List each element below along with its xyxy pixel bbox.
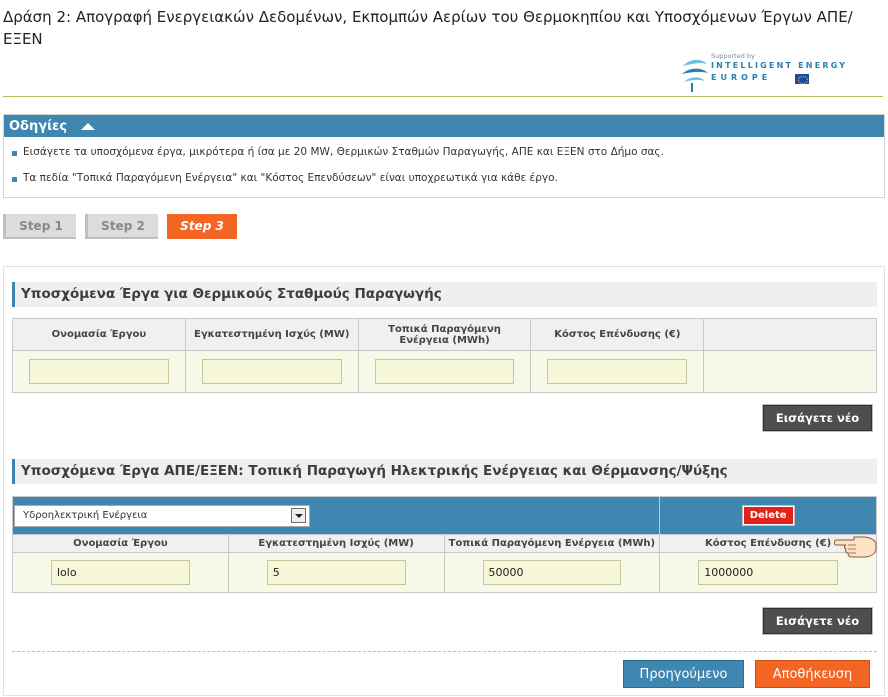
res-projects-table: Υδροηλεκτρική Ενέργεια Delete Ονομασία Έ… (11, 496, 877, 593)
tab-step-3[interactable]: Step 3 (167, 214, 237, 239)
bullet-icon (12, 177, 17, 182)
project-name-field[interactable] (51, 560, 190, 585)
chevron-down-icon[interactable] (291, 508, 306, 523)
column-header: Τοπικά Παραγόμενη Ενέργεια (MWh) (443, 534, 661, 553)
thermal-section-title: Υποσχόμενα Έργα για Θερμικούς Σταθμούς Π… (12, 282, 877, 307)
res-add-new-button[interactable]: Εισάγετε νέο (762, 607, 873, 635)
column-header: Τοπικά Παραγόμενη Ενέργεια (MWh) (357, 318, 532, 351)
footer-divider (12, 651, 877, 652)
installed-capacity-field[interactable] (266, 560, 406, 585)
table-row (12, 350, 877, 393)
tab-step-2[interactable]: Step 2 (85, 214, 158, 239)
energy-type-select[interactable]: Υδροηλεκτρική Ενέργεια (14, 504, 310, 527)
res-section-title: Υποσχόμενα Έργα ΑΠΕ/ΕΞΕΝ: Τοπική Παραγωγ… (12, 459, 877, 484)
page-title: Δράση 2: Απογραφή Ενεργειακών Δεδομένων,… (3, 8, 853, 48)
instructions-panel: Οδηγίες Εισάγετε τα υποσχόμενα έργα, μικ… (3, 114, 885, 198)
instruction-item: Τα πεδία "Τοπικά Παραγόμενη Ενέργεια" κα… (12, 172, 876, 198)
local-energy-field[interactable] (482, 560, 622, 585)
table-row (12, 552, 877, 593)
collapse-up-icon[interactable] (81, 122, 96, 130)
delete-button[interactable]: Delete (741, 505, 795, 526)
supported-by-label: Supported by (711, 52, 755, 60)
project-name-field[interactable] (29, 359, 169, 384)
ieе-logo-icon (682, 59, 708, 92)
previous-button[interactable]: Προηγούμενο (623, 660, 744, 688)
pointing-hand-icon (834, 536, 877, 558)
intelligent-energy-europe-logo: Supported by INTELLIGENT ENERGY EUROPE (680, 48, 880, 94)
thermal-add-new-button[interactable]: Εισάγετε νέο (762, 404, 873, 432)
column-header: Εγκατεστημένη Ισχύς (MW) (184, 318, 359, 351)
table-header-row: Ονομασία Έργου Εγκατεστημένη Ισχύς (MW) … (12, 318, 877, 351)
type-selection-row: Υδροηλεκτρική Ενέργεια Delete (11, 496, 877, 535)
energy-type-value: Υδροηλεκτρική Ενέργεια (23, 510, 148, 521)
thermal-projects-table: Ονομασία Έργου Εγκατεστημένη Ισχύς (MW) … (12, 318, 877, 393)
column-header: Κόστος Επένδυσης (€) (530, 318, 705, 351)
column-header: Εγκατεστημένη Ισχύς (MW) (227, 534, 445, 553)
logo-line2: EUROPE (711, 73, 772, 82)
column-header: Ονομασία Έργου (12, 318, 186, 351)
column-header-empty (703, 318, 877, 351)
instructions-list: Εισάγετε τα υποσχόμενα έργα, μικρότερα ή… (4, 137, 884, 198)
title-divider (3, 96, 883, 97)
eu-flag-icon (795, 74, 809, 84)
investment-cost-field[interactable] (547, 359, 688, 384)
tab-step-1[interactable]: Step 1 (3, 214, 76, 239)
bullet-icon (12, 151, 17, 156)
instructions-toggle[interactable]: Οδηγίες (4, 115, 884, 137)
investment-cost-field[interactable] (698, 560, 838, 585)
installed-capacity-field[interactable] (201, 359, 342, 384)
logo-line1: INTELLIGENT ENERGY (711, 61, 848, 70)
column-header: Ονομασία Έργου (12, 534, 229, 553)
table-header-row: Ονομασία Έργου Εγκατεστημένη Ισχύς (MW) … (12, 534, 877, 553)
save-button[interactable]: Αποθήκευση (755, 660, 870, 688)
local-energy-field[interactable] (374, 359, 515, 384)
instructions-title: Οδηγίες (9, 118, 68, 134)
instruction-item: Εισάγετε τα υποσχόμενα έργα, μικρότερα ή… (12, 146, 876, 172)
